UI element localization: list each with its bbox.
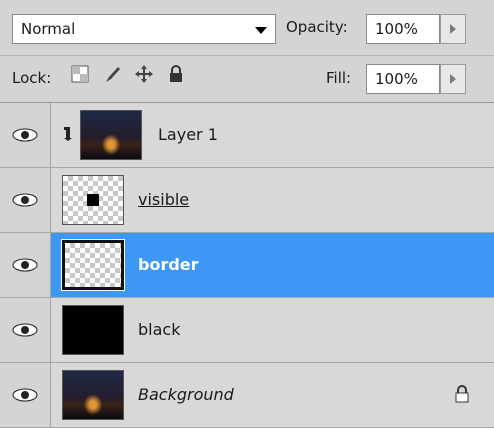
- layer-thumbnail: [62, 370, 124, 420]
- visibility-toggle[interactable]: [0, 168, 51, 232]
- lock-icon: [455, 385, 469, 403]
- eye-icon: [12, 323, 38, 337]
- fill-value: 100%: [375, 70, 418, 88]
- dropdown-arrow-icon: [255, 27, 267, 34]
- eye-icon: [12, 258, 38, 272]
- eye-icon: [12, 388, 38, 402]
- layer-thumbnail: [62, 305, 124, 355]
- visibility-toggle[interactable]: [0, 363, 51, 427]
- blend-opacity-bar: Normal Opacity: 100%: [0, 0, 494, 56]
- layer-thumbnail: [80, 110, 142, 160]
- layer-name[interactable]: Background: [138, 385, 234, 404]
- blend-mode-select[interactable]: Normal: [12, 14, 276, 44]
- layer-thumbnail: [61, 239, 125, 291]
- lock-icons: [70, 64, 186, 84]
- clipping-arrow-icon: [64, 127, 72, 141]
- layers-list: Layer 1 visible border black Background: [0, 103, 494, 428]
- lock-move-icon[interactable]: [134, 64, 154, 84]
- opacity-slider-button[interactable]: [440, 14, 466, 44]
- layer-row-black[interactable]: black: [0, 298, 494, 363]
- eye-icon: [12, 128, 38, 142]
- fill-label: Fill:: [326, 69, 352, 87]
- visibility-toggle[interactable]: [0, 298, 51, 362]
- opacity-value: 100%: [375, 20, 418, 38]
- layer-row-layer-1[interactable]: Layer 1: [0, 103, 494, 168]
- layer-name[interactable]: visible: [138, 190, 189, 209]
- lock-transparent-icon[interactable]: [70, 64, 90, 84]
- opacity-label: Opacity:: [286, 18, 348, 36]
- layer-row-border[interactable]: border: [0, 233, 494, 298]
- lock-paint-icon[interactable]: [102, 64, 122, 84]
- visibility-toggle[interactable]: [0, 233, 51, 297]
- fill-slider-button[interactable]: [440, 64, 466, 94]
- layer-row-visible[interactable]: visible: [0, 168, 494, 233]
- play-arrow-icon: [450, 74, 456, 84]
- visibility-toggle[interactable]: [0, 103, 51, 167]
- lock-label: Lock:: [12, 69, 52, 87]
- opacity-input[interactable]: 100%: [366, 14, 440, 44]
- layer-row-background[interactable]: Background: [0, 363, 494, 428]
- play-arrow-icon: [450, 24, 456, 34]
- lock-all-icon[interactable]: [166, 64, 186, 84]
- layer-name[interactable]: border: [138, 255, 199, 274]
- layer-thumbnail: [62, 175, 124, 225]
- eye-icon: [12, 193, 38, 207]
- layer-name[interactable]: black: [138, 320, 180, 339]
- layer-name[interactable]: Layer 1: [158, 125, 218, 144]
- blend-mode-value: Normal: [21, 20, 76, 38]
- fill-input[interactable]: 100%: [366, 64, 440, 94]
